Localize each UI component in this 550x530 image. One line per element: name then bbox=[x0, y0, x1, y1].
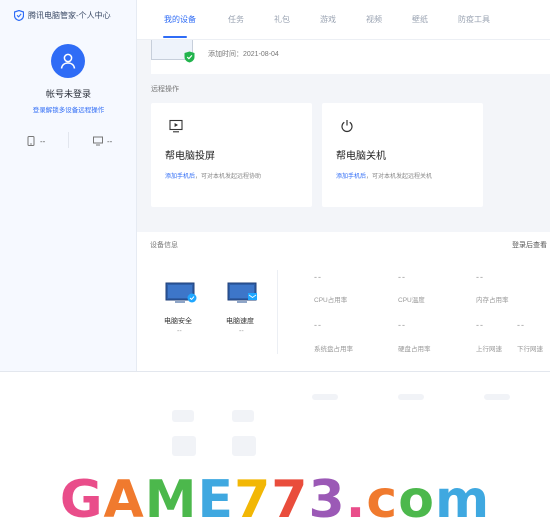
metric-value: -- bbox=[398, 320, 406, 330]
avatar[interactable] bbox=[51, 44, 85, 78]
metric-value: -- bbox=[517, 320, 525, 330]
faded-shape bbox=[398, 394, 424, 400]
metric-value: -- bbox=[314, 320, 322, 330]
user-icon bbox=[60, 53, 76, 69]
card-desc: 添加手机后，可对本机发起远程关机 bbox=[336, 171, 432, 180]
device-info-panel: 设备信息 登录后查看 电脑安全 -- 电脑速度 -- -- CPU占用率 -- … bbox=[137, 232, 550, 371]
screen-cast-card[interactable]: 帮电脑投屏 添加手机后，可对本机发起远程协助 bbox=[151, 103, 312, 207]
tab-epidemic-tools[interactable]: 防疫工具 bbox=[458, 14, 490, 25]
metric-value: -- bbox=[476, 272, 484, 282]
add-phone-link[interactable]: 添加手机后 bbox=[165, 174, 195, 180]
stat-divider bbox=[68, 132, 69, 148]
tab-games[interactable]: 游戏 bbox=[320, 14, 336, 25]
screen-cast-icon bbox=[169, 119, 183, 133]
card-title: 帮电脑关机 bbox=[336, 151, 386, 162]
faded-shape bbox=[172, 436, 196, 456]
computer-icon bbox=[93, 136, 103, 146]
login-to-view-link[interactable]: 登录后查看 bbox=[512, 240, 547, 250]
faded-shape bbox=[484, 394, 510, 400]
device-info-item-value: -- bbox=[177, 328, 182, 335]
app-window: 腾讯电脑管家-个人中心 帐号未登录 登录解锁多设备远程操作 -- -- 我的设备… bbox=[0, 0, 550, 372]
card-desc-text: ，可对本机发起远程协助 bbox=[195, 174, 262, 180]
device-info-title: 设备信息 bbox=[150, 242, 178, 249]
stat-right: -- bbox=[93, 136, 112, 146]
stat-left: -- bbox=[26, 136, 45, 146]
tab-tasks[interactable]: 任务 bbox=[228, 14, 244, 25]
device-info-divider bbox=[277, 270, 278, 354]
metric-value: -- bbox=[398, 272, 406, 282]
device-strip: 添加时间：2021-08-04 bbox=[151, 40, 550, 74]
metric-value: -- bbox=[476, 320, 484, 330]
faded-shape bbox=[232, 410, 254, 422]
tab-wallpapers[interactable]: 壁纸 bbox=[412, 14, 428, 25]
phone-icon bbox=[27, 136, 35, 146]
card-desc-text: ，可对本机发起远程关机 bbox=[366, 174, 433, 180]
faded-shape bbox=[172, 410, 194, 422]
brand-title: 腾讯电脑管家-个人中心 bbox=[28, 11, 111, 20]
power-icon bbox=[341, 120, 353, 133]
login-status: 帐号未登录 bbox=[45, 89, 91, 99]
watermark-logo: GAME773.com bbox=[59, 470, 491, 530]
metric-value: -- bbox=[314, 272, 322, 282]
metric-label: 下行网速 bbox=[517, 346, 543, 353]
metric-label: CPU温度 bbox=[398, 297, 425, 304]
active-tab-indicator bbox=[163, 36, 187, 38]
shutdown-card[interactable]: 帮电脑关机 添加手机后，可对本机发起远程关机 bbox=[322, 103, 483, 207]
faded-shape bbox=[232, 436, 256, 456]
tab-gifts[interactable]: 礼包 bbox=[274, 14, 290, 25]
stat-right-value: -- bbox=[107, 136, 113, 146]
metric-label: 内存占用率 bbox=[476, 297, 509, 304]
card-desc: 添加手机后，可对本机发起远程协助 bbox=[165, 171, 261, 180]
shield-check-icon bbox=[184, 51, 195, 63]
add-phone-link[interactable]: 添加手机后 bbox=[336, 174, 366, 180]
device-info-item-value: -- bbox=[239, 328, 244, 335]
sidebar: 腾讯电脑管家-个人中心 帐号未登录 登录解锁多设备远程操作 -- -- bbox=[0, 0, 137, 371]
remote-section-title: 远程操作 bbox=[151, 86, 179, 93]
metric-label: 系统盘占用率 bbox=[314, 346, 353, 353]
device-info-item-label: 电脑速度 bbox=[226, 318, 254, 325]
metric-label: 上行网速 bbox=[476, 346, 502, 353]
monitor-security-icon bbox=[165, 282, 197, 303]
watermark: GAME773.com bbox=[0, 470, 550, 530]
top-nav: 我的设备 任务 礼包 游戏 视频 壁纸 防疫工具 bbox=[137, 0, 550, 40]
metric-label: CPU占用率 bbox=[314, 297, 348, 304]
device-info-item-label: 电脑安全 bbox=[164, 318, 192, 325]
shield-logo-icon bbox=[14, 10, 24, 21]
monitor-speed-icon bbox=[227, 282, 257, 303]
card-title: 帮电脑投屏 bbox=[165, 151, 215, 162]
tab-videos[interactable]: 视频 bbox=[366, 14, 382, 25]
faded-shape bbox=[312, 394, 338, 400]
added-time: 添加时间：2021-08-04 bbox=[208, 51, 279, 58]
stat-left-value: -- bbox=[40, 136, 46, 146]
brand: 腾讯电脑管家-个人中心 bbox=[14, 10, 111, 21]
tab-my-devices[interactable]: 我的设备 bbox=[164, 14, 196, 25]
metric-label: 硬盘占用率 bbox=[398, 346, 431, 353]
login-hint-link[interactable]: 登录解锁多设备远程操作 bbox=[0, 104, 137, 114]
